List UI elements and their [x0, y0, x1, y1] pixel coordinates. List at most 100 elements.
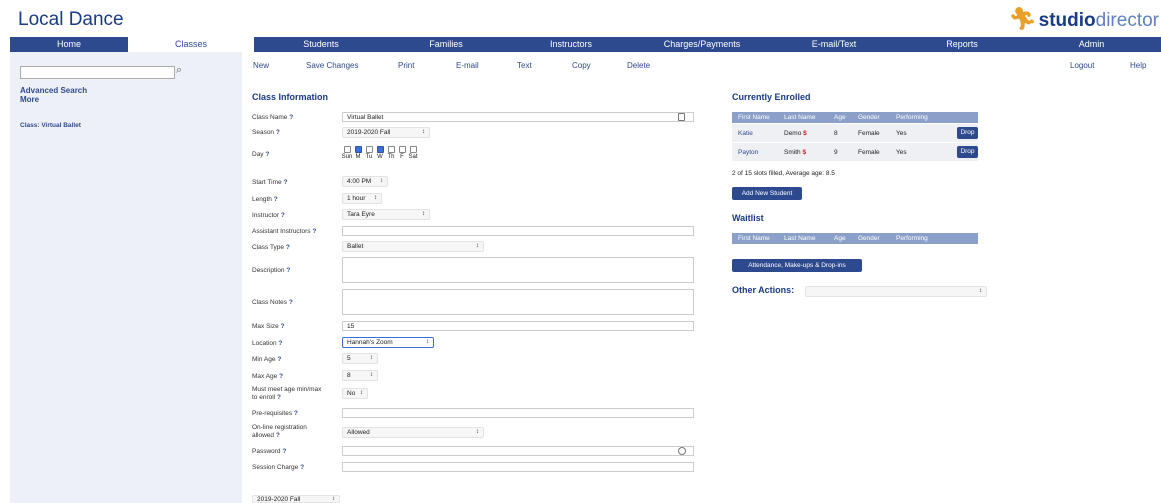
search-input[interactable] — [20, 66, 175, 79]
chevron-updown-icon: ↕ — [370, 372, 373, 378]
day-checkboxes: Sun M Tu W Th F Sat — [342, 146, 418, 160]
contact-card-icon[interactable] — [678, 113, 685, 121]
chevron-updown-icon: ↕ — [979, 288, 982, 294]
enrollment-summary: 2 of 15 slots filled, Average age: 8.5 — [732, 170, 835, 177]
sidebar-item-virtual-ballet[interactable]: Class: Virtual Ballet — [20, 122, 81, 129]
add-new-student-button[interactable]: Add New Student — [732, 187, 802, 200]
tab-charges-payments[interactable]: Charges/Payments — [638, 37, 766, 52]
help-link[interactable]: Help — [1130, 61, 1146, 70]
session-charge-field[interactable] — [342, 462, 694, 472]
max-age-label: Max Age ? — [252, 373, 284, 380]
day-sun[interactable]: Sun — [342, 146, 352, 160]
drop-button-katie[interactable]: Drop — [957, 127, 978, 139]
bottom-season-select[interactable]: 2019-2020 Fall ↕ — [252, 495, 340, 503]
checkbox-sun[interactable] — [343, 146, 351, 153]
day-mon[interactable]: M — [353, 146, 363, 160]
save-changes-button[interactable]: Save Changes — [306, 61, 358, 70]
text-button[interactable]: Text — [517, 61, 532, 70]
studio-name: Local Dance — [18, 9, 124, 30]
class-type-select[interactable]: Ballet ↕ — [342, 241, 484, 252]
length-select[interactable]: 1 hour ↕ — [342, 193, 382, 204]
chevron-updown-icon: ↕ — [476, 243, 479, 249]
checkbox-wed[interactable] — [376, 146, 384, 153]
chevron-updown-icon: ↕ — [422, 129, 425, 135]
assistant-instructors-field[interactable] — [342, 226, 694, 236]
class-information-title: Class Information — [252, 92, 329, 102]
drop-button-payton[interactable]: Drop — [957, 146, 978, 158]
checkbox-tue[interactable] — [365, 146, 373, 153]
session-charge-label: Session Charge ? — [252, 464, 305, 471]
tab-instructors[interactable]: Instructors — [504, 37, 638, 52]
description-label: Description ? — [252, 267, 291, 274]
instructor-label: Instructor ? — [252, 212, 285, 219]
advanced-search-link[interactable]: Advanced Search — [20, 86, 87, 95]
currently-enrolled-title: Currently Enrolled — [732, 92, 811, 102]
copy-button[interactable]: Copy — [572, 61, 591, 70]
tab-classes[interactable]: Classes — [128, 37, 254, 52]
day-wed[interactable]: W — [375, 146, 385, 160]
attendance-makeups-button[interactable]: Attendance, Make-ups & Drop-ins — [732, 259, 862, 272]
tab-reports[interactable]: Reports — [902, 37, 1022, 52]
password-label: Password ? — [252, 448, 287, 455]
max-age-select[interactable]: 8 ↕ — [342, 370, 378, 381]
password-key-icon[interactable] — [678, 447, 686, 455]
pre-requisites-label: Pre-requisites ? — [252, 410, 298, 417]
chevron-updown-icon: ↕ — [374, 195, 377, 201]
email-button[interactable]: E-mail — [456, 61, 479, 70]
waitlist-table-header: First Name Last Name Age Gender Performi… — [732, 233, 978, 244]
day-thu[interactable]: Th — [386, 146, 396, 160]
pre-requisites-field[interactable] — [342, 408, 694, 418]
class-notes-label: Class Notes ? — [252, 299, 293, 306]
password-field[interactable] — [342, 446, 694, 456]
day-fri[interactable]: F — [397, 146, 407, 160]
sidebar: ⌕ Advanced Search More Class: Virtual Ba… — [10, 52, 242, 503]
chevron-updown-icon: ↕ — [380, 178, 383, 184]
location-label: Location ? — [252, 340, 283, 347]
more-link[interactable]: More — [20, 95, 39, 104]
checkbox-fri[interactable] — [398, 146, 406, 153]
max-size-field[interactable]: 15 — [342, 321, 694, 331]
delete-button[interactable]: Delete — [627, 61, 650, 70]
tab-families[interactable]: Families — [388, 37, 504, 52]
must-meet-age-label: Must meet age min/max to enroll ? — [252, 386, 322, 401]
print-button[interactable]: Print — [398, 61, 414, 70]
day-sat[interactable]: Sat — [408, 146, 418, 160]
day-label: Day ? — [252, 151, 270, 158]
season-select[interactable]: 2019-2020 Fall ↕ — [342, 127, 430, 138]
tab-email-text[interactable]: E-mail/Text — [766, 37, 902, 52]
student-link-payton[interactable]: Payton — [732, 149, 778, 156]
student-link-katie[interactable]: Katie — [732, 130, 778, 137]
day-tue[interactable]: Tu — [364, 146, 374, 160]
checkbox-thu[interactable] — [387, 146, 395, 153]
other-actions-label: Other Actions: — [732, 285, 795, 295]
tab-students[interactable]: Students — [254, 37, 388, 52]
search-icon[interactable]: ⌕ — [176, 64, 182, 77]
chevron-updown-icon: ↕ — [332, 496, 335, 502]
must-meet-age-select[interactable]: No ↕ — [342, 388, 368, 399]
max-size-label: Max Size ? — [252, 323, 285, 330]
tab-home[interactable]: Home — [10, 37, 128, 52]
chevron-updown-icon: ↕ — [422, 211, 425, 217]
season-label: Season ? — [252, 129, 280, 136]
table-row: Katie Demo $ 8 Female Yes — [732, 124, 978, 142]
online-registration-label: On-line registration allowed ? — [252, 424, 307, 439]
length-label: Length ? — [252, 196, 278, 203]
min-age-select[interactable]: 5 ↕ — [342, 353, 378, 364]
checkbox-sat[interactable] — [409, 146, 417, 153]
description-textarea[interactable] — [342, 257, 694, 283]
location-select[interactable]: Hannah's Zoom ↕ — [342, 337, 434, 348]
chevron-updown-icon: ↕ — [476, 429, 479, 435]
new-button[interactable]: New — [253, 61, 269, 70]
instructor-select[interactable]: Tara Eyre ↕ — [342, 209, 430, 220]
class-name-field[interactable]: Virtual Ballet — [342, 112, 694, 122]
tab-admin[interactable]: Admin — [1022, 37, 1161, 52]
other-actions-select[interactable]: ↕ — [805, 286, 987, 297]
assistant-instructors-label: Assistant Instructors ? — [252, 228, 317, 235]
online-registration-select[interactable]: Allowed ↕ — [342, 427, 484, 438]
class-notes-textarea[interactable] — [342, 289, 694, 315]
start-time-select[interactable]: 4:00 PM ↕ — [342, 176, 388, 187]
logout-link[interactable]: Logout — [1070, 61, 1094, 70]
checkbox-mon[interactable] — [354, 146, 362, 153]
chevron-updown-icon: ↕ — [426, 339, 429, 345]
chevron-updown-icon: ↕ — [360, 390, 363, 396]
